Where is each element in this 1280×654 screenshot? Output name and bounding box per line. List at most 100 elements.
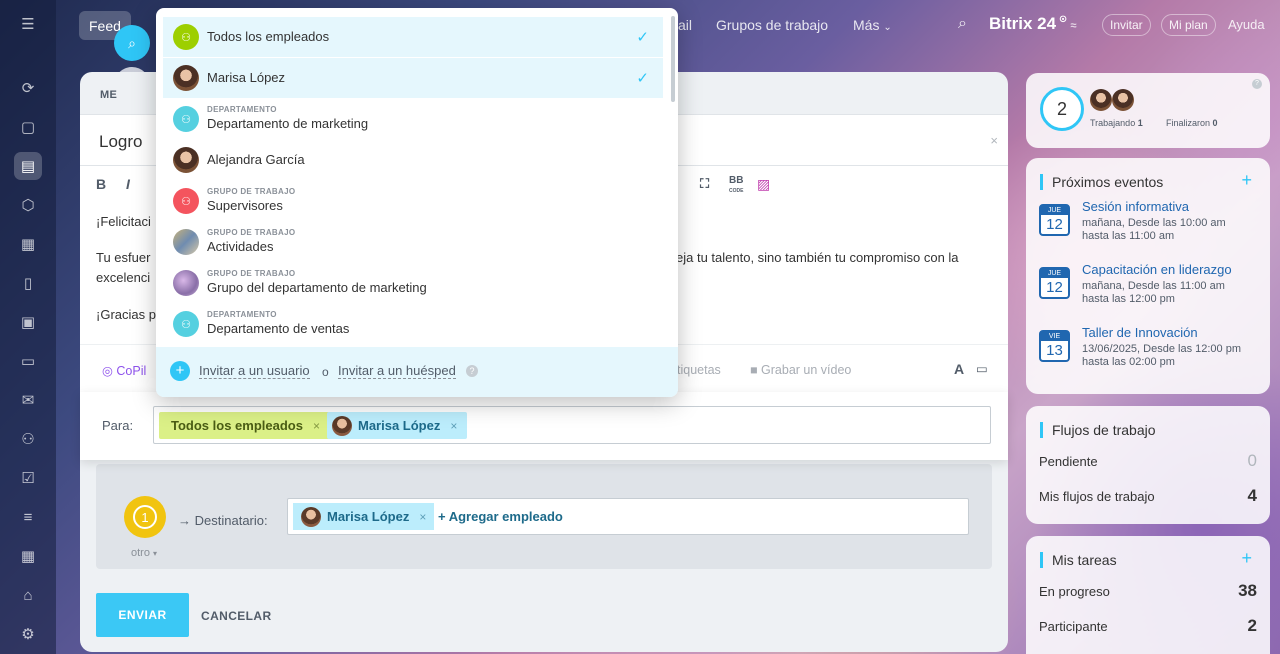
contacts-icon[interactable]: ⚇ bbox=[14, 425, 42, 453]
brand-logo: Bitrix 24 ⊙ ≈ bbox=[989, 14, 1076, 34]
bold-icon[interactable]: B bbox=[96, 176, 106, 192]
avatar[interactable] bbox=[1112, 89, 1134, 111]
help-icon[interactable]: ? bbox=[466, 365, 478, 377]
bbcode-icon[interactable]: BB CODE bbox=[729, 176, 743, 196]
or-text: o bbox=[322, 365, 329, 379]
dropdown-item[interactable]: Marisa López ✓ bbox=[163, 58, 663, 98]
tags-button[interactable]: tiquetas bbox=[677, 363, 721, 377]
hexagon-icon[interactable]: ⬡ bbox=[14, 191, 42, 219]
image-add-icon[interactable]: ▨ bbox=[757, 176, 770, 193]
board-icon[interactable]: ▣ bbox=[14, 308, 42, 336]
text-format-icon[interactable]: A bbox=[954, 361, 964, 377]
tasks-participant-row[interactable]: Participante 2 bbox=[1039, 616, 1257, 636]
dropdown-scrollbar[interactable] bbox=[671, 16, 675, 102]
tab-mail[interactable]: ail bbox=[678, 17, 692, 33]
add-event-icon[interactable]: + bbox=[1241, 170, 1252, 191]
to-tag-all-employees[interactable]: Todos los empleados × bbox=[159, 412, 330, 439]
record-video-label: Grabar un vídeo bbox=[761, 363, 852, 377]
workflows-mine-row[interactable]: Mis flujos de trabajo 4 bbox=[1039, 486, 1257, 506]
avatar[interactable] bbox=[1090, 89, 1112, 111]
calendar-icon: JUE 12 bbox=[1039, 204, 1070, 236]
chevron-down-icon: ⌄ bbox=[883, 22, 892, 33]
mail-icon[interactable]: ✉ bbox=[14, 386, 42, 414]
post-tab-header[interactable]: ME bbox=[100, 89, 117, 101]
settings-icon[interactable]: ⚙ bbox=[14, 620, 42, 648]
help-icon[interactable]: ? bbox=[1252, 79, 1262, 89]
close-icon[interactable]: × bbox=[990, 133, 998, 148]
tasks-title: Mis tareas bbox=[1040, 552, 1117, 568]
step-number: 1 bbox=[133, 505, 157, 529]
calendar-date: 13 bbox=[1046, 342, 1063, 359]
checkbox-icon[interactable]: ☑ bbox=[14, 464, 42, 492]
to-tag-user[interactable]: Marisa López × bbox=[327, 412, 468, 439]
invite-user-link[interactable]: Invitar a un usuario bbox=[199, 364, 310, 379]
dropdown-item[interactable]: ⚇ GRUPO DE TRABAJO Supervisores bbox=[163, 181, 663, 221]
department-icon: ⚇ bbox=[173, 106, 199, 132]
dropdown-item[interactable]: ⚇ DEPARTAMENTO Departamento de marketing bbox=[163, 99, 663, 139]
schedule-icon[interactable]: ▦ bbox=[14, 542, 42, 570]
dropdown-item-category: DEPARTAMENTO bbox=[207, 105, 277, 114]
invite-guest-link[interactable]: Invitar a un huésped bbox=[338, 364, 456, 379]
department-icon: ⚇ bbox=[173, 311, 199, 337]
calendar-icon[interactable]: ▦ bbox=[14, 230, 42, 258]
event-title[interactable]: Taller de Innovación bbox=[1082, 325, 1198, 340]
bbcode-subtext-icon: CODE bbox=[729, 188, 744, 194]
event-title[interactable]: Sesión informativa bbox=[1082, 199, 1189, 214]
dropdown-item[interactable]: Alejandra García bbox=[163, 140, 663, 180]
dropdown-item-category: GRUPO DE TRABAJO bbox=[207, 269, 296, 278]
menu-icon[interactable]: ☰ bbox=[14, 10, 42, 38]
cancel-button[interactable]: CANCELAR bbox=[201, 609, 272, 623]
my-plan-button[interactable]: Mi plan bbox=[1161, 14, 1216, 36]
panel-icon[interactable]: ▭ bbox=[976, 361, 988, 376]
remove-icon[interactable]: × bbox=[313, 419, 320, 433]
workflows-pending-row[interactable]: Pendiente 0 bbox=[1039, 451, 1257, 471]
search-icon[interactable]: ⌕ bbox=[958, 15, 967, 33]
group-icon: ⚇ bbox=[173, 24, 199, 50]
chat-icon[interactable]: ▢ bbox=[14, 113, 42, 141]
post-title[interactable]: Logro bbox=[99, 132, 142, 152]
calendar-icon: JUE 12 bbox=[1039, 267, 1070, 299]
dropdown-item[interactable]: ⚇ DEPARTAMENTO Departamento de ventas bbox=[163, 304, 663, 344]
remove-icon[interactable]: × bbox=[450, 419, 457, 433]
clock-icon: ⊙ bbox=[1056, 14, 1068, 25]
fullscreen-icon[interactable]: ⛶ bbox=[700, 176, 709, 192]
document-icon[interactable]: ▯ bbox=[14, 269, 42, 297]
dropdown-item[interactable]: GRUPO DE TRABAJO Actividades bbox=[163, 222, 663, 262]
dropdown-item-category: DEPARTAMENTO bbox=[207, 310, 277, 319]
tab-more[interactable]: Más ⌄ bbox=[853, 17, 892, 33]
plus-icon[interactable]: + bbox=[170, 361, 190, 381]
remove-icon[interactable]: × bbox=[419, 510, 426, 524]
step-badge: 1 bbox=[124, 496, 166, 538]
add-employee-link[interactable]: + Agregar empleado bbox=[438, 509, 563, 524]
working-count: 1 bbox=[1137, 118, 1143, 128]
presence-widget: 2 Trabajando 1 Finalizaron 0 ? bbox=[1026, 73, 1270, 148]
dropdown-item[interactable]: GRUPO DE TRABAJO Grupo del departamento … bbox=[163, 263, 663, 303]
invite-button[interactable]: Invitar bbox=[1102, 14, 1151, 36]
tasks-icon[interactable]: ⟳ bbox=[14, 74, 42, 102]
building-icon[interactable]: ⌂ bbox=[14, 581, 42, 609]
italic-icon[interactable]: I bbox=[126, 176, 130, 192]
recipient-dropdown: ⚇ Todos los empleados ✓ Marisa López ✓ ⚇… bbox=[156, 8, 678, 397]
to-field[interactable]: Todos los empleados × Marisa López × bbox=[153, 406, 991, 444]
tab-workgroups[interactable]: Grupos de trabajo bbox=[716, 17, 828, 33]
card-icon[interactable]: ▭ bbox=[14, 347, 42, 375]
tasks-in-progress-row[interactable]: En progreso 38 bbox=[1039, 581, 1257, 601]
feed-icon[interactable]: ▤ bbox=[14, 152, 42, 180]
recipient-tag[interactable]: Marisa López × bbox=[293, 503, 435, 530]
filter-icon[interactable]: ≡ bbox=[14, 503, 42, 531]
send-button[interactable]: ENVIAR bbox=[96, 593, 189, 637]
other-dropdown[interactable]: otro ▾ bbox=[131, 547, 157, 559]
help-link[interactable]: Ayuda bbox=[1228, 17, 1265, 32]
event-time-line2: hasta las 11:00 am bbox=[1082, 230, 1175, 242]
editor-line: Tu esfuer bbox=[96, 250, 151, 265]
recipient-field[interactable]: Marisa López × + Agregar empleado bbox=[287, 498, 969, 535]
add-task-icon[interactable]: + bbox=[1241, 548, 1252, 569]
record-video-button[interactable]: ■ Grabar un vídeo bbox=[750, 363, 851, 377]
presence-count[interactable]: 2 bbox=[1040, 87, 1084, 131]
event-title[interactable]: Capacitación en liderazgo bbox=[1082, 262, 1232, 277]
dropdown-item[interactable]: ⚇ Todos los empleados ✓ bbox=[163, 17, 663, 57]
workflows-widget: Flujos de trabajo Pendiente 0 Mis flujos … bbox=[1026, 406, 1270, 524]
search-chat-icon[interactable]: ⌕ bbox=[114, 25, 150, 61]
workflows-title: Flujos de trabajo bbox=[1040, 422, 1156, 438]
copilot-button[interactable]: ◎ CoPil bbox=[102, 363, 146, 378]
